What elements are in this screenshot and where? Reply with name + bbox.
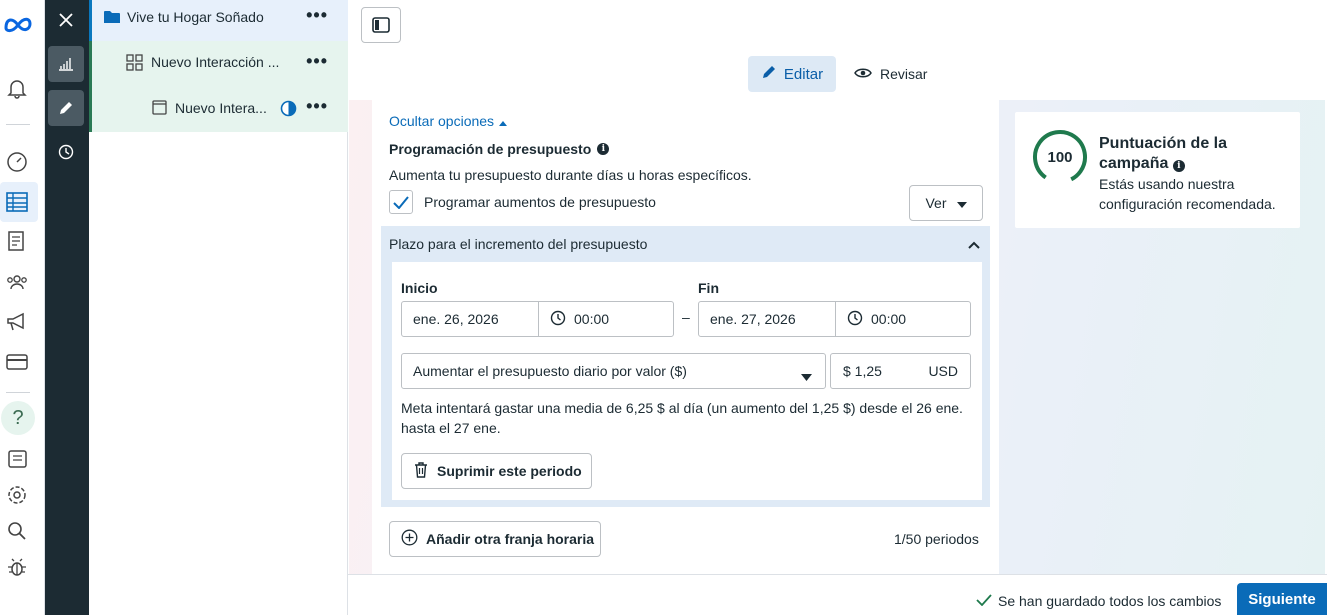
end-time-input[interactable]: 00:00 (835, 302, 970, 336)
schedule-increase-checkbox[interactable] (389, 190, 413, 214)
edit-label: Editar (783, 65, 824, 83)
amount-value: $ 1,25 (843, 363, 882, 379)
clock-icon (847, 310, 863, 329)
bug-report-icon[interactable] (5, 555, 29, 579)
period-header-label: Plazo para el incremento del presupuesto (389, 235, 648, 252)
catalog-icon[interactable] (5, 229, 29, 253)
megaphone-icon[interactable] (5, 310, 29, 334)
end-datetime-field: ene. 27, 2026 00:00 (698, 301, 971, 337)
bell-icon[interactable] (5, 76, 29, 100)
schedule-increase-label: Programar aumentos de presupuesto (424, 194, 656, 210)
add-time-slot-button[interactable]: Añadir otra franja horaria (389, 521, 601, 557)
news-icon[interactable] (5, 447, 29, 471)
caret-down-icon (801, 368, 812, 384)
increase-type-select[interactable]: Aumentar el presupuesto diario por valor… (401, 353, 826, 389)
billing-card-icon[interactable] (5, 350, 29, 374)
period-header[interactable]: Plazo para el incremento del presupuesto (381, 226, 990, 261)
eye-icon (854, 66, 872, 82)
close-icon[interactable] (48, 2, 84, 38)
tree-item-campaign[interactable]: Vive tu Hogar Soñado ••• (89, 0, 348, 42)
end-date-value: ene. 27, 2026 (710, 311, 796, 327)
check-icon (976, 593, 992, 609)
end-time-value: 00:00 (871, 311, 907, 327)
campaign-score-card: 100 Puntuación de la campaña i Estás usa… (1015, 112, 1300, 228)
settings-gear-icon[interactable] (5, 483, 29, 507)
pencil-icon (761, 64, 777, 84)
end-label: Fin (698, 280, 719, 296)
delete-period-label: Suprimir este periodo (437, 463, 582, 479)
half-circle-status-icon (280, 100, 297, 120)
ads-manager-table-icon[interactable] (5, 190, 29, 214)
campaign-tree: Vive tu Hogar Soñado ••• Nuevo Interacci… (89, 0, 348, 615)
edit-pencil-icon[interactable] (48, 90, 84, 126)
hide-options-label: Ocultar opciones (389, 113, 495, 129)
caret-down-icon (956, 195, 967, 211)
more-options-icon[interactable]: ••• (306, 51, 328, 72)
next-button[interactable]: Siguiente (1237, 583, 1327, 615)
tree-item-ad[interactable]: Nuevo Intera... ••• (89, 87, 348, 132)
budget-schedule-title-text: Programación de presupuesto (389, 141, 592, 157)
start-label: Inicio (401, 280, 438, 296)
chevron-up-icon[interactable] (968, 236, 980, 252)
clock-icon (550, 310, 566, 329)
dashboard-gauge-icon[interactable] (5, 150, 29, 174)
info-icon[interactable]: i (597, 143, 610, 155)
edit-mode-button[interactable]: Editar (748, 56, 836, 92)
hide-options-link[interactable]: Ocultar opciones (389, 113, 508, 129)
range-dash: – (682, 309, 690, 325)
search-icon[interactable] (5, 519, 29, 543)
history-clock-icon[interactable] (48, 134, 84, 170)
main-editor: Editar Revisar Ocultar opciones Programa… (348, 0, 1327, 615)
audiences-icon[interactable] (5, 270, 29, 294)
help-icon[interactable]: ? (1, 401, 35, 435)
view-dropdown-button[interactable]: Ver (909, 185, 983, 221)
toggle-panel-button[interactable] (361, 7, 401, 43)
end-date-input[interactable]: ene. 27, 2026 (699, 302, 835, 336)
start-time-input[interactable]: 00:00 (538, 302, 673, 336)
currency-label: USD (928, 363, 958, 379)
more-options-icon[interactable]: ••• (306, 96, 328, 117)
trash-icon (414, 461, 428, 481)
review-label: Revisar (880, 66, 928, 82)
saved-status-text: Se han guardado todos los cambios (998, 593, 1222, 609)
add-time-slot-label: Añadir otra franja horaria (426, 531, 595, 547)
tree-item-adset[interactable]: Nuevo Interacción ... ••• (89, 41, 348, 87)
ad-name: Nuevo Intera... (175, 100, 267, 116)
start-datetime-field: ene. 26, 2026 00:00 (401, 301, 674, 337)
start-date-value: ene. 26, 2026 (413, 311, 499, 327)
score-ring: 100 (1032, 129, 1088, 185)
ad-window-icon (152, 100, 167, 118)
meta-logo-icon[interactable] (3, 12, 33, 36)
score-title: Puntuación de la campaña i (1099, 134, 1279, 174)
view-label: Ver (925, 195, 947, 211)
editor-toolbar (45, 0, 89, 615)
score-title-text: Puntuación de la campaña (1099, 135, 1228, 172)
start-time-value: 00:00 (574, 311, 610, 327)
adset-name: Nuevo Interacción ... (151, 54, 280, 70)
budget-schedule-desc: Aumenta tu presupuesto durante días u ho… (389, 167, 752, 183)
period-count: 1/50 periodos (894, 531, 979, 547)
delete-period-button[interactable]: Suprimir este periodo (401, 453, 592, 489)
increase-type-value: Aumentar el presupuesto diario por valor… (413, 363, 687, 379)
score-value: 100 (1047, 149, 1072, 166)
saved-status: Se han guardado todos los cambios (976, 593, 1221, 609)
budget-schedule-title: Programación de presupuesto i (389, 141, 610, 157)
review-mode-button[interactable]: Revisar (854, 56, 934, 92)
spend-info-text: Meta intentará gastar una media de 6,25 … (401, 400, 963, 436)
info-icon[interactable]: i (1172, 160, 1185, 172)
footer-bar: Se han guardado todos los cambios Siguie… (348, 574, 1327, 615)
left-icon-rail: ? (0, 0, 45, 615)
grid-icon (126, 54, 143, 74)
score-subtitle: Estás usando nuestra configuración recom… (1099, 176, 1276, 212)
plus-circle-icon (401, 529, 418, 549)
start-date-input[interactable]: ene. 26, 2026 (402, 302, 538, 336)
folder-icon (104, 10, 120, 27)
increase-amount-input[interactable]: $ 1,25 USD (830, 353, 971, 389)
caret-up-icon (498, 113, 508, 129)
schedule-increase-checkbox-row[interactable]: Programar aumentos de presupuesto (389, 190, 656, 214)
campaign-name: Vive tu Hogar Soñado (127, 9, 264, 25)
more-options-icon[interactable]: ••• (306, 5, 328, 26)
bar-chart-icon[interactable] (48, 46, 84, 82)
